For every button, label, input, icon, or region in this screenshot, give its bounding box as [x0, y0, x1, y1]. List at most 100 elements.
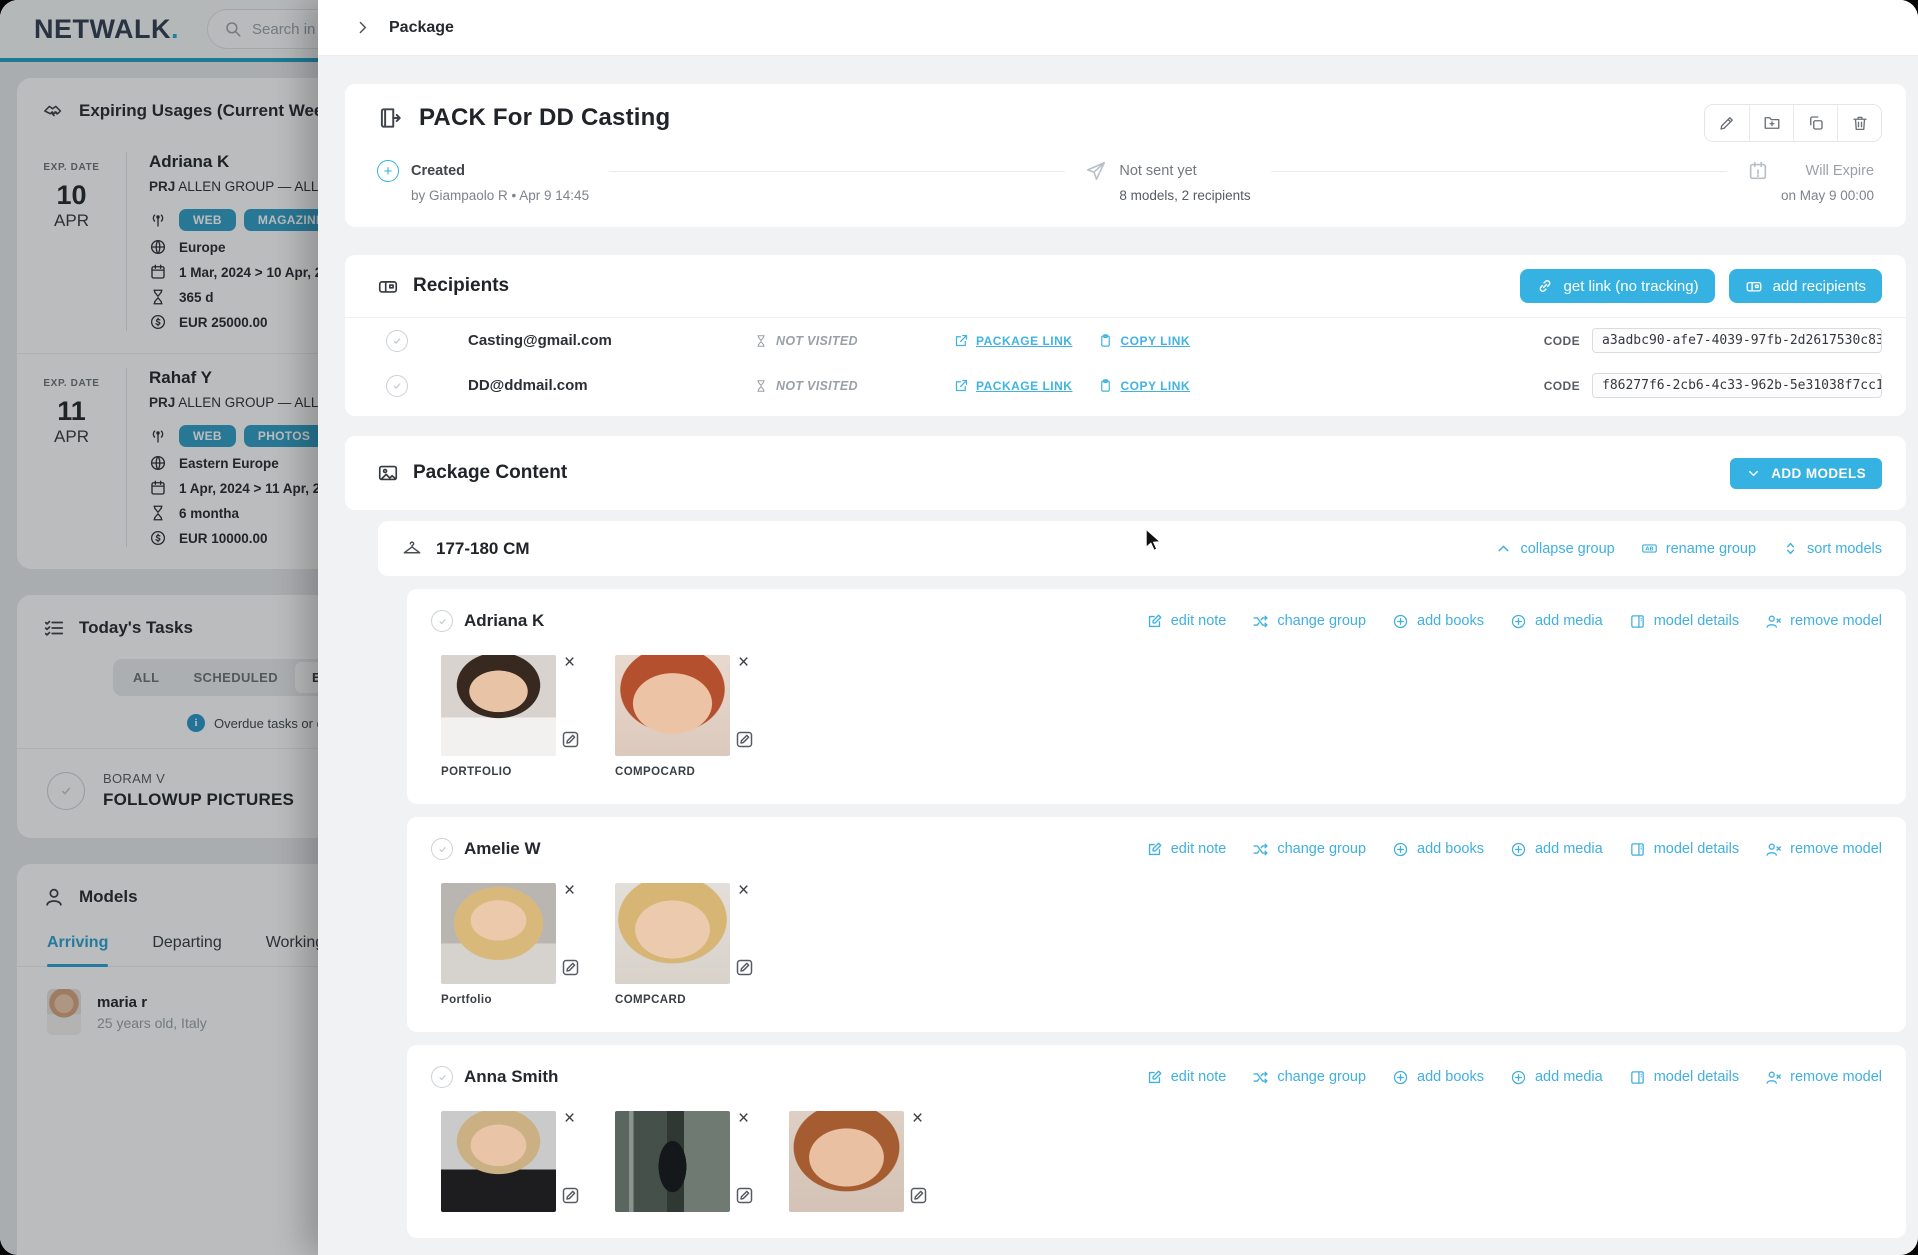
remove-photo-button[interactable]: ×: [562, 1107, 577, 1130]
pencil-square-icon: [560, 729, 581, 750]
edit-note-link[interactable]: edit note: [1146, 613, 1227, 630]
remove-model-link[interactable]: remove model: [1765, 613, 1882, 630]
edit-photo-button[interactable]: [734, 1185, 755, 1209]
media-icon: [377, 462, 399, 484]
shuffle-icon: [1252, 841, 1269, 858]
photo-item: ×: [441, 1111, 587, 1212]
edit-note-link[interactable]: edit note: [1146, 1069, 1227, 1086]
remove-photo-button[interactable]: ×: [562, 651, 577, 674]
step-sub: 8 models, 2 recipients: [1119, 188, 1250, 203]
get-link-button[interactable]: get link (no tracking): [1520, 269, 1715, 303]
code-label: CODE: [1544, 379, 1580, 393]
photo-item: × PORTFOLIO: [441, 655, 587, 778]
mailbox-icon: [377, 275, 399, 297]
edit-photo-button[interactable]: [560, 729, 581, 753]
panel-header: Package: [318, 0, 1918, 56]
model-details-link[interactable]: model details: [1629, 613, 1739, 630]
modal-backdrop[interactable]: [0, 0, 318, 1255]
remove-model-link[interactable]: remove model: [1765, 841, 1882, 858]
recipient-row: DD@ddmail.com NOT VISITED PACKAGE LINK C…: [345, 363, 1906, 408]
group-name: 177-180 CM: [436, 539, 530, 559]
pencil-icon: [1718, 114, 1736, 132]
model-check-circle[interactable]: [431, 1066, 453, 1088]
model-photo[interactable]: [615, 883, 730, 984]
change-group-link[interactable]: change group: [1252, 841, 1366, 858]
model-photo[interactable]: [441, 655, 556, 756]
photo-item: × COMPCARD: [615, 883, 761, 1006]
package-content-title: Package Content: [413, 462, 567, 484]
shuffle-icon: [1252, 1069, 1269, 1086]
model-check-circle[interactable]: [431, 610, 453, 632]
plus-circle-icon: [1392, 1069, 1409, 1086]
model-photo[interactable]: [441, 883, 556, 984]
edit-note-link[interactable]: edit note: [1146, 841, 1227, 858]
pencil-square-icon: [734, 957, 755, 978]
collapse-group-link[interactable]: collapse group: [1495, 540, 1614, 557]
trash-icon: [1851, 114, 1869, 132]
plus-circle-icon: [1510, 613, 1527, 630]
collapse-panel-icon[interactable]: [354, 19, 371, 36]
add-media-link[interactable]: add media: [1510, 613, 1603, 630]
folder-plus-icon: [1763, 114, 1781, 132]
model-photo[interactable]: [615, 1111, 730, 1212]
add-recipients-button[interactable]: add recipients: [1729, 269, 1882, 303]
edit-photo-button[interactable]: [734, 957, 755, 981]
rename-group-link[interactable]: rename group: [1641, 540, 1756, 557]
delete-package-button[interactable]: [1837, 105, 1881, 141]
recipient-check-circle[interactable]: [386, 330, 408, 352]
add-books-link[interactable]: add books: [1392, 841, 1484, 858]
remove-photo-button[interactable]: ×: [736, 879, 751, 902]
pencil-square-icon: [560, 957, 581, 978]
recipient-email: Casting@gmail.com: [468, 332, 754, 349]
add-media-link[interactable]: add media: [1510, 1069, 1603, 1086]
remove-photo-button[interactable]: ×: [736, 1107, 751, 1130]
details-icon: [1629, 841, 1646, 858]
change-group-link[interactable]: change group: [1252, 613, 1366, 630]
clipboard-icon: [1098, 378, 1113, 393]
step-sub: on May 9 00:00: [1781, 188, 1874, 203]
edit-photo-button[interactable]: [560, 957, 581, 981]
remove-photo-button[interactable]: ×: [736, 651, 751, 674]
hourglass-icon: [754, 334, 768, 348]
package-link[interactable]: PACKAGE LINK: [954, 378, 1072, 393]
created-plus-icon: +: [377, 160, 399, 182]
model-name: Amelie W: [464, 839, 541, 859]
duplicate-package-button[interactable]: [1793, 105, 1837, 141]
person-x-icon: [1765, 613, 1782, 630]
model-details-link[interactable]: model details: [1629, 841, 1739, 858]
add-media-link[interactable]: add media: [1510, 841, 1603, 858]
remove-photo-button[interactable]: ×: [910, 1107, 925, 1130]
add-models-button[interactable]: ADD MODELS: [1730, 458, 1882, 489]
change-group-link[interactable]: change group: [1252, 1069, 1366, 1086]
chevron-up-icon: [1495, 540, 1512, 557]
code-label: CODE: [1544, 334, 1580, 348]
model-photo[interactable]: [615, 655, 730, 756]
package-panel: Package PACK For DD Casting: [318, 0, 1918, 1255]
edit-photo-button[interactable]: [734, 729, 755, 753]
sort-models-link[interactable]: sort models: [1782, 540, 1882, 557]
recipient-code: f86277f6-2cb6-4c33-962b-5e31038f7cc1: [1592, 373, 1882, 398]
model-card: Amelie W edit note change group add book…: [407, 817, 1906, 1032]
remove-model-link[interactable]: remove model: [1765, 1069, 1882, 1086]
external-link-icon: [954, 378, 969, 393]
model-check-circle[interactable]: [431, 838, 453, 860]
add-books-link[interactable]: add books: [1392, 613, 1484, 630]
model-details-link[interactable]: model details: [1629, 1069, 1739, 1086]
model-photo[interactable]: [789, 1111, 904, 1212]
details-icon: [1629, 613, 1646, 630]
copy-link[interactable]: COPY LINK: [1098, 333, 1190, 348]
recipient-check-circle[interactable]: [386, 375, 408, 397]
remove-photo-button[interactable]: ×: [562, 879, 577, 902]
app-window: NETWALK. Search in netwalk EXP. DATE Exp…: [0, 0, 1918, 1255]
package-link[interactable]: PACKAGE LINK: [954, 333, 1072, 348]
copy-link[interactable]: COPY LINK: [1098, 378, 1190, 393]
plus-circle-icon: [1510, 841, 1527, 858]
model-name: Adriana K: [464, 611, 544, 631]
add-books-link[interactable]: add books: [1392, 1069, 1484, 1086]
edit-photo-button[interactable]: [908, 1185, 929, 1209]
edit-note-icon: [1146, 1069, 1163, 1086]
move-to-folder-button[interactable]: [1749, 105, 1793, 141]
edit-package-button[interactable]: [1705, 105, 1749, 141]
edit-photo-button[interactable]: [560, 1185, 581, 1209]
model-photo[interactable]: [441, 1111, 556, 1212]
